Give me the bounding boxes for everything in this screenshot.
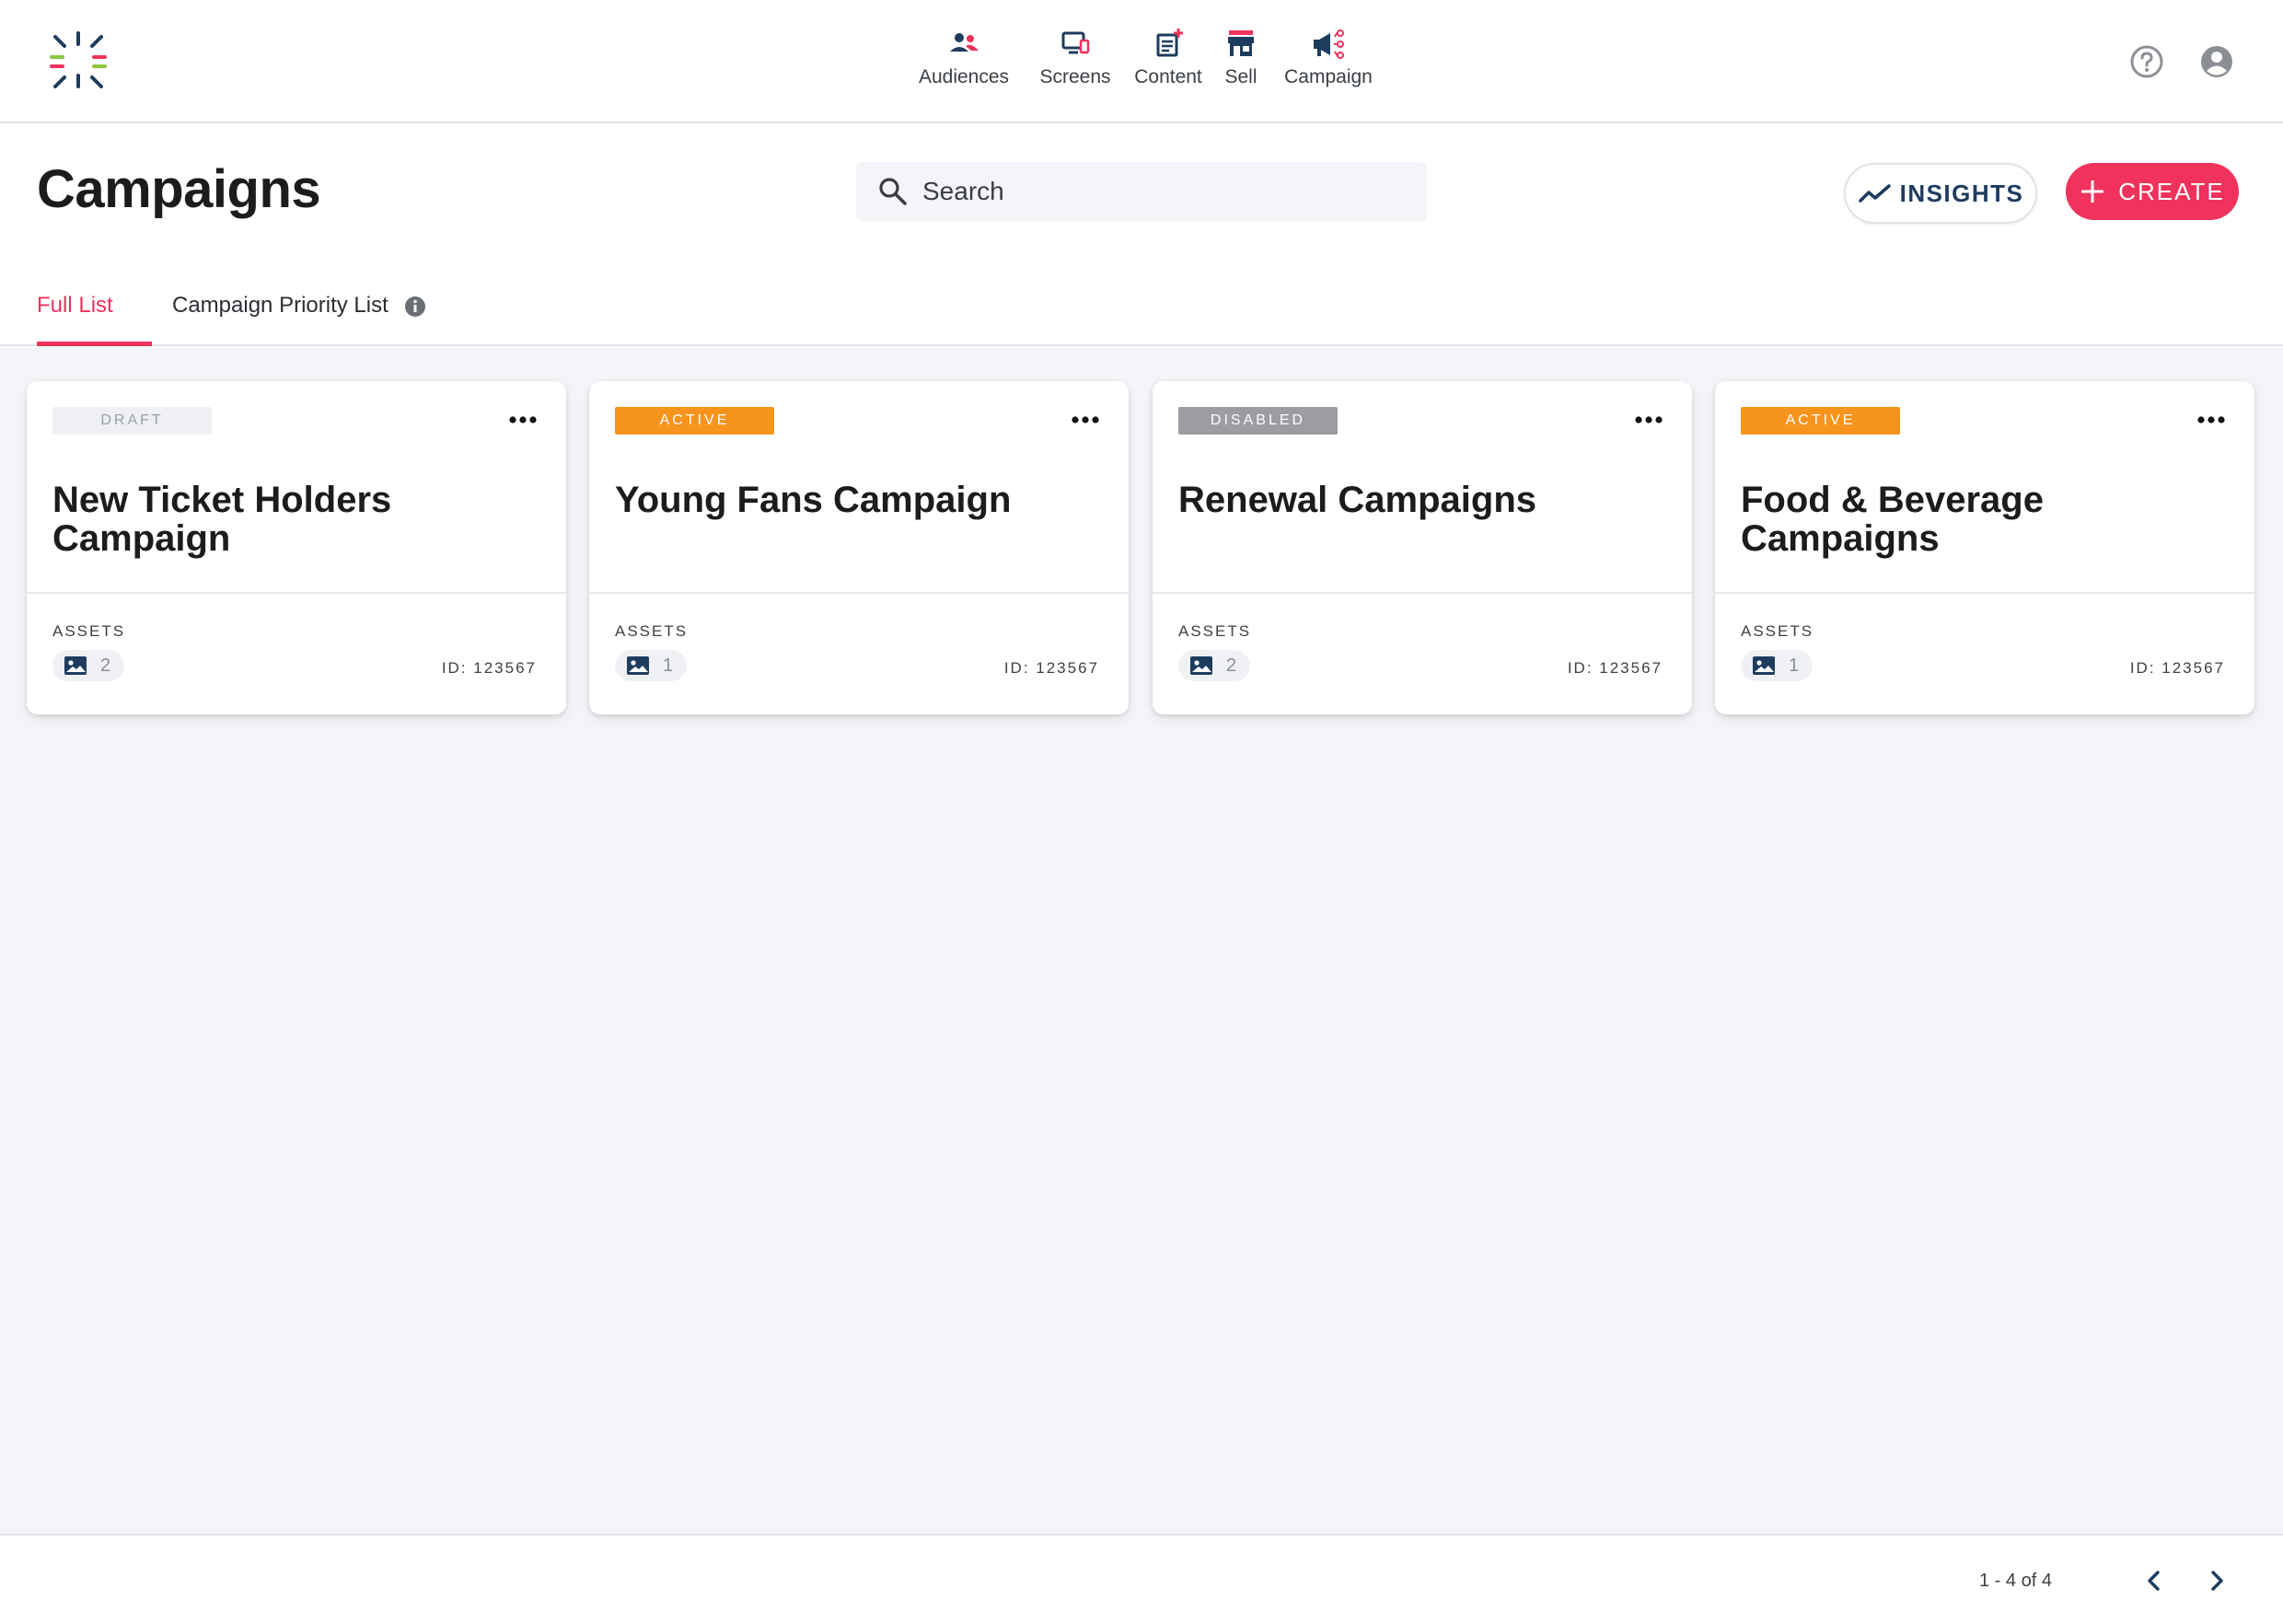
image-icon [1753, 656, 1775, 675]
image-icon [64, 656, 87, 675]
insights-button-label: INSIGHTS [1899, 179, 2024, 207]
nav-label-audiences: Audiences [918, 66, 1010, 87]
tab-bar: Full List Campaign Priority List [0, 276, 2283, 346]
more-options-icon[interactable] [2196, 411, 2227, 429]
page-title: Campaigns [37, 159, 321, 219]
main-nav: Audiences Screens Content Sell Campaign [911, 26, 1379, 99]
tab-campaign-priority-list[interactable]: Campaign Priority List [172, 293, 427, 346]
assets-count: 1 [1789, 655, 1800, 676]
card-title: New Ticket Holders Campaign [52, 480, 392, 559]
card-divider [27, 592, 566, 594]
assets-label: ASSETS [52, 622, 126, 640]
chevron-right-icon[interactable] [2203, 1567, 2231, 1595]
status-badge: ACTIVE [1741, 407, 1900, 435]
assets-chip: 1 [1741, 650, 1813, 681]
card-divider [1715, 592, 2254, 594]
pagination-range: 1 - 4 of 4 [1979, 1571, 2052, 1591]
status-badge: DISABLED [1178, 407, 1338, 435]
card-title: Food & Beverage Campaigns [1741, 480, 2044, 559]
nav-label-sell: Sell [1224, 66, 1257, 87]
card-title: Renewal Campaigns [1178, 480, 1537, 520]
campaign-card[interactable]: ACTIVE Food & Beverage Campaigns ASSETS … [1715, 381, 2254, 714]
create-button[interactable]: CREATE [2066, 163, 2239, 220]
nav-item-campaign[interactable]: Campaign [1278, 26, 1379, 99]
create-button-label: CREATE [2118, 177, 2225, 205]
nav-item-sell[interactable]: Sell [1213, 26, 1269, 99]
campaign-id: ID: 123567 [1567, 659, 1663, 677]
assets-chip: 1 [615, 650, 687, 681]
campaign-card[interactable]: DISABLED Renewal Campaigns ASSETS 2 ID: … [1153, 381, 1692, 714]
assets-label: ASSETS [1178, 622, 1252, 640]
assets-count: 2 [1226, 655, 1237, 676]
campaign-id: ID: 123567 [2129, 659, 2225, 677]
search-bar[interactable] [856, 162, 1427, 221]
screens-icon [1061, 31, 1090, 54]
nav-label-content: Content [1134, 66, 1202, 87]
tab-full-list-label: Full List [37, 293, 113, 318]
image-icon [1190, 656, 1212, 675]
tab-priority-label: Campaign Priority List [172, 293, 388, 318]
nav-label-campaign: Campaign [1284, 66, 1373, 87]
card-divider [1153, 592, 1692, 594]
assets-count: 2 [100, 655, 111, 676]
assets-chip: 2 [52, 650, 124, 681]
campaign-grid: DRAFT New Ticket Holders Campaign ASSETS… [0, 348, 2283, 1536]
top-navigation-bar: Audiences Screens Content Sell Campaign [0, 0, 2283, 123]
trend-chart-icon [1858, 184, 1891, 203]
assets-label: ASSETS [1741, 622, 1814, 640]
nav-item-audiences[interactable]: Audiences [911, 26, 1016, 99]
search-icon [879, 178, 907, 205]
card-title: Young Fans Campaign [615, 480, 1012, 520]
tab-full-list[interactable]: Full List [37, 293, 152, 346]
campaign-card[interactable]: ACTIVE Young Fans Campaign ASSETS 1 ID: … [589, 381, 1129, 714]
image-icon [627, 656, 649, 675]
search-input[interactable] [922, 164, 1401, 219]
more-options-icon[interactable] [1070, 411, 1101, 429]
assets-label: ASSETS [615, 622, 689, 640]
chevron-left-icon[interactable] [2140, 1567, 2168, 1595]
audiences-icon [950, 33, 979, 52]
plus-icon [2081, 180, 2104, 203]
store-icon [1228, 30, 1254, 56]
status-badge: DRAFT [52, 407, 212, 435]
more-options-icon[interactable] [1633, 411, 1664, 429]
nav-item-screens[interactable]: Screens [1027, 26, 1123, 99]
campaign-id: ID: 123567 [441, 659, 537, 677]
nav-label-screens: Screens [1039, 66, 1111, 87]
assets-chip: 2 [1178, 650, 1250, 681]
campaign-megaphone-icon [1314, 29, 1344, 59]
status-badge: ACTIVE [615, 407, 774, 435]
user-account-icon[interactable] [2199, 44, 2234, 79]
help-icon[interactable] [2129, 44, 2164, 79]
pagination-footer: 1 - 4 of 4 [0, 1534, 2283, 1624]
more-options-icon[interactable] [507, 411, 539, 429]
assets-count: 1 [663, 655, 674, 676]
campaign-card[interactable]: DRAFT New Ticket Holders Campaign ASSETS… [27, 381, 566, 714]
card-divider [589, 592, 1129, 594]
nav-item-content[interactable]: Content [1127, 26, 1210, 99]
starburst-logo-icon[interactable] [48, 29, 109, 90]
info-icon[interactable] [403, 295, 427, 319]
insights-button[interactable]: INSIGHTS [1844, 163, 2037, 224]
content-icon [1156, 29, 1183, 57]
campaign-id: ID: 123567 [1003, 659, 1099, 677]
